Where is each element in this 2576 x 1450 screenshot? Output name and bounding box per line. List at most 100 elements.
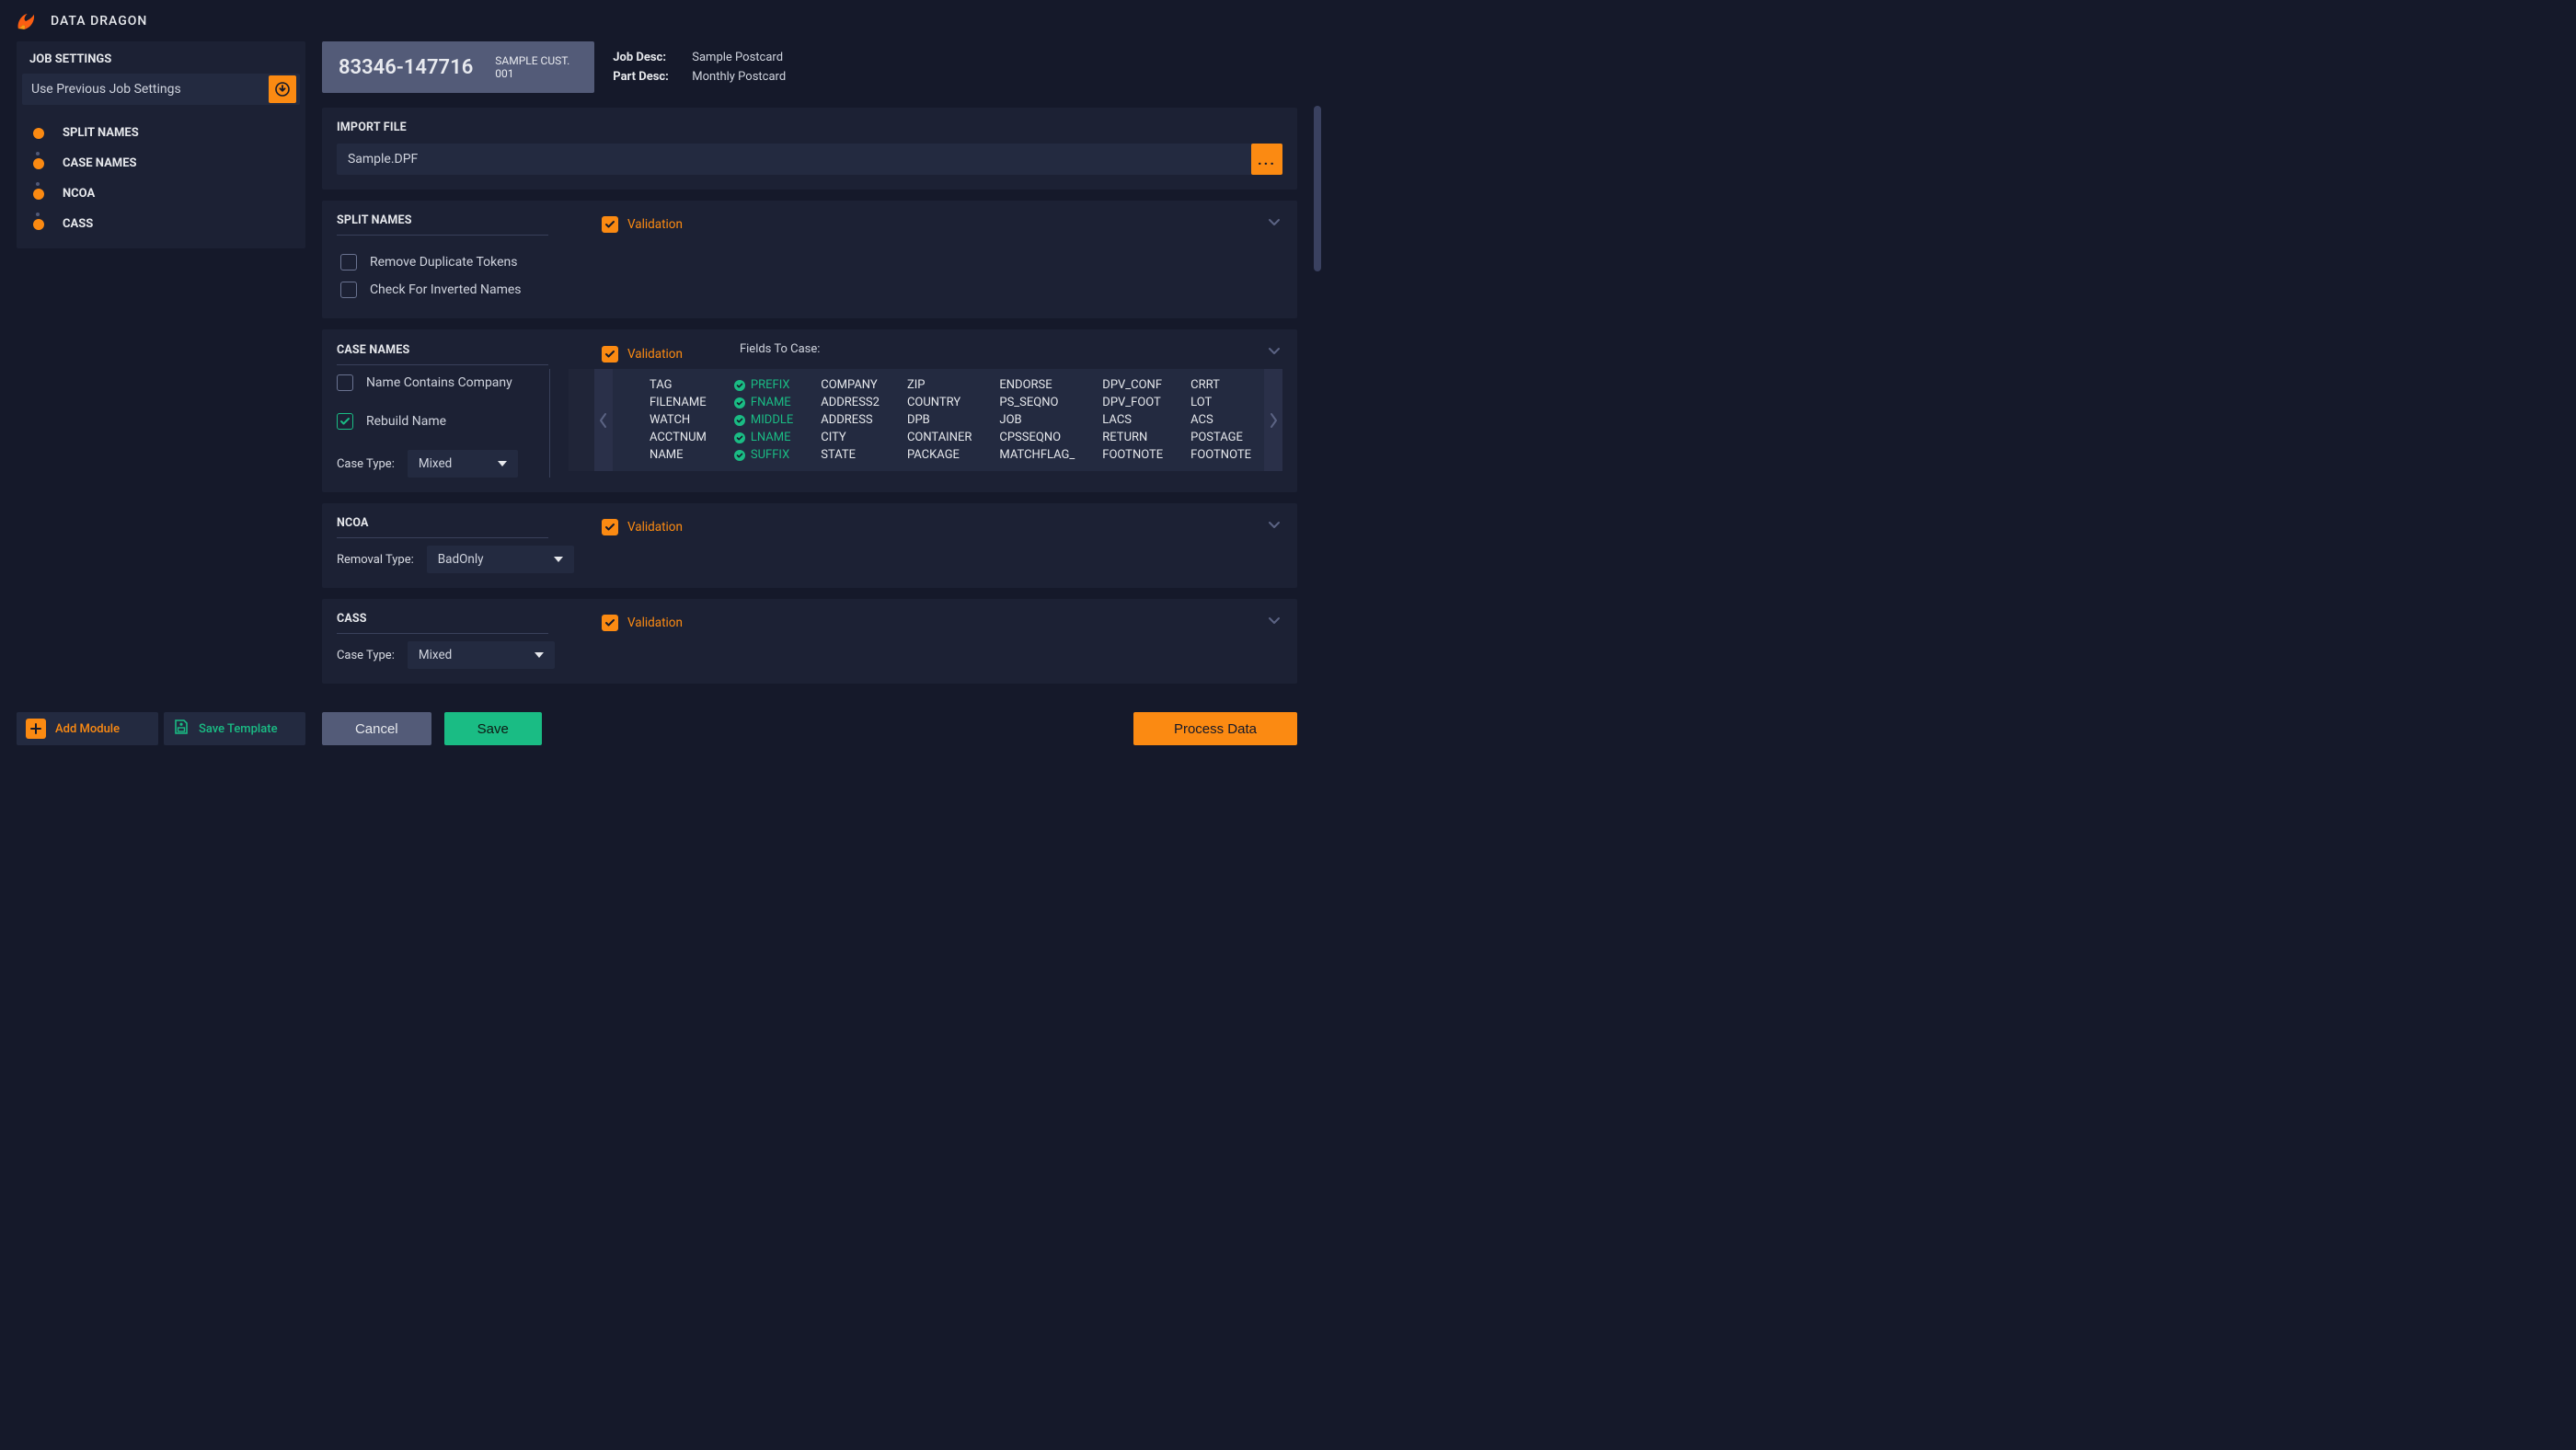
ncoa-validation-checkbox[interactable] — [602, 519, 618, 535]
cancel-button[interactable]: Cancel — [322, 712, 431, 745]
field-cell-label: ACS — [1190, 413, 1213, 427]
field-cell[interactable]: ZIP — [907, 378, 972, 392]
field-cell[interactable]: COUNTRY — [907, 396, 972, 409]
field-cell[interactable]: DPB — [907, 413, 972, 427]
name-contains-company-checkbox[interactable] — [337, 374, 353, 391]
collapse-button[interactable] — [1266, 612, 1282, 632]
collapse-button[interactable] — [1266, 342, 1282, 362]
case-names-title: CASE NAMES — [337, 343, 548, 357]
sidebar-item-cass[interactable]: CASS — [29, 209, 293, 239]
case-type-select[interactable]: Mixed — [408, 450, 518, 478]
divider — [337, 633, 548, 634]
sidebar-item-case-names[interactable]: CASE NAMES — [29, 148, 293, 178]
field-cell[interactable]: TAG — [650, 378, 707, 392]
cass-title: CASS — [337, 612, 548, 626]
field-cell[interactable]: NAME — [650, 448, 707, 462]
add-module-label: Add Module — [55, 722, 120, 736]
check-inverted-names-label: Check For Inverted Names — [370, 282, 522, 297]
scrollbar-thumb[interactable] — [1314, 106, 1321, 271]
chevron-down-icon — [1266, 612, 1282, 628]
sidebar-footer: Add Module Save Template — [17, 712, 305, 745]
field-cell[interactable]: FOOTNOTE — [1190, 448, 1251, 462]
field-cell-label: RETURN — [1102, 431, 1147, 444]
field-cell[interactable]: ADDRESS2 — [821, 396, 880, 409]
field-cell[interactable]: CRRT — [1190, 378, 1251, 392]
module-label: CASE NAMES — [63, 156, 137, 170]
field-cell-label: MATCHFLAG_ — [999, 448, 1075, 462]
split-names-validation-checkbox[interactable] — [602, 216, 618, 233]
field-cell[interactable]: LNAME — [734, 431, 793, 444]
add-module-button[interactable]: Add Module — [17, 712, 158, 745]
job-customer: SAMPLE CUST. 001 — [495, 54, 578, 81]
cass-validation-checkbox[interactable] — [602, 615, 618, 631]
field-cell[interactable]: PREFIX — [734, 378, 793, 392]
field-cell-label: PREFIX — [751, 378, 790, 392]
save-template-label: Save Template — [199, 722, 278, 736]
sidebar-panel: JOB SETTINGS Use Previous Job Settings S… — [17, 41, 305, 248]
scrollbar[interactable] — [1312, 41, 1321, 754]
field-cell[interactable]: POSTAGE — [1190, 431, 1251, 444]
field-cell[interactable]: DPV_CONF — [1102, 378, 1163, 392]
sidebar-item-ncoa[interactable]: NCOA — [29, 178, 293, 209]
collapse-button[interactable] — [1266, 516, 1282, 536]
field-cell-label: NAME — [650, 448, 684, 462]
rebuild-name-checkbox[interactable] — [337, 413, 353, 430]
field-cell[interactable]: MATCHFLAG_ — [999, 448, 1075, 462]
field-cell[interactable]: CONTAINER — [907, 431, 972, 444]
fields-grid[interactable]: TAG PREFIX COMPANY ZIP ENDORSE DPV_CONF CRRT FI… — [613, 369, 1264, 471]
field-cell[interactable]: CPSSEQNO — [999, 431, 1075, 444]
field-cell-label: FILENAME — [650, 396, 707, 409]
field-cell[interactable]: ADDRESS — [821, 413, 880, 427]
field-cell[interactable]: LOT — [1190, 396, 1251, 409]
field-cell[interactable]: ENDORSE — [999, 378, 1075, 392]
remove-duplicate-tokens-checkbox[interactable] — [340, 254, 357, 270]
field-cell[interactable]: RETURN — [1102, 431, 1163, 444]
field-cell-label: FOOTNOTE — [1102, 448, 1163, 462]
field-cell[interactable]: ACCTNUM — [650, 431, 707, 444]
collapse-button[interactable] — [1266, 213, 1282, 234]
name-contains-company-label: Name Contains Company — [366, 375, 512, 390]
field-cell[interactable]: SUFFIX — [734, 448, 793, 462]
field-cell[interactable]: PACKAGE — [907, 448, 972, 462]
field-cell[interactable]: WATCH — [650, 413, 707, 427]
fields-scroll-left[interactable] — [594, 369, 613, 471]
fields-to-case-area: TAG PREFIX COMPANY ZIP ENDORSE DPV_CONF CRRT FI… — [569, 369, 1282, 471]
cass-case-type-select[interactable]: Mixed — [408, 641, 555, 669]
field-cell[interactable]: FNAME — [734, 396, 793, 409]
field-cell[interactable]: PS_SEQNO — [999, 396, 1075, 409]
save-button[interactable]: Save — [444, 712, 542, 745]
ellipsis-icon: ... — [1258, 151, 1276, 168]
divider — [337, 537, 548, 538]
plus-icon — [26, 719, 46, 739]
field-cell-label: LOT — [1190, 396, 1212, 409]
field-cell[interactable]: STATE — [821, 448, 880, 462]
field-cell-label: COMPANY — [821, 378, 877, 392]
browse-file-button[interactable]: ... — [1251, 144, 1282, 175]
cass-case-type-value: Mixed — [419, 648, 452, 662]
field-cell-label: DPV_FOOT — [1102, 396, 1161, 409]
rebuild-name-label: Rebuild Name — [366, 414, 446, 429]
download-previous-icon-button[interactable] — [269, 75, 296, 103]
removal-type-select[interactable]: BadOnly — [427, 546, 574, 573]
process-data-button[interactable]: Process Data — [1133, 712, 1297, 745]
save-template-button[interactable]: Save Template — [164, 712, 305, 745]
field-cell[interactable]: LACS — [1102, 413, 1163, 427]
split-names-title: SPLIT NAMES — [337, 213, 548, 227]
job-id-box: 83346-147716 SAMPLE CUST. 001 — [322, 41, 594, 93]
case-names-validation-checkbox[interactable] — [602, 346, 618, 362]
field-cell[interactable]: MIDDLE — [734, 413, 793, 427]
field-cell[interactable]: FOOTNOTE — [1102, 448, 1163, 462]
field-cell[interactable]: DPV_FOOT — [1102, 396, 1163, 409]
field-cell[interactable]: JOB — [999, 413, 1075, 427]
field-cell[interactable]: ACS — [1190, 413, 1251, 427]
caret-down-icon — [498, 461, 507, 466]
field-cell[interactable]: CITY — [821, 431, 880, 444]
validation-label: Validation — [627, 616, 683, 630]
field-cell[interactable]: FILENAME — [650, 396, 707, 409]
field-cell[interactable]: COMPANY — [821, 378, 880, 392]
sidebar-item-split-names[interactable]: SPLIT NAMES — [29, 118, 293, 148]
use-previous-settings[interactable]: Use Previous Job Settings — [22, 74, 300, 105]
check-inverted-names-checkbox[interactable] — [340, 282, 357, 298]
field-cell-label: ADDRESS — [821, 413, 872, 427]
fields-scroll-right[interactable] — [1264, 369, 1282, 471]
